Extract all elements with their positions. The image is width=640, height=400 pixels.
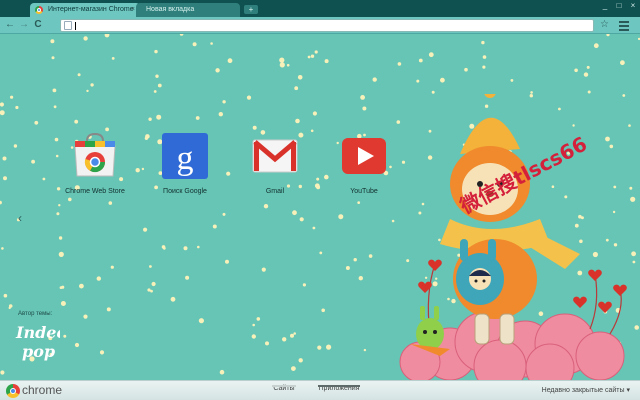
svg-text:pop: pop — [22, 342, 55, 361]
page-indicator — [272, 385, 296, 387]
recently-closed-menu[interactable]: Недавно закрытые сайты ▾ — [542, 386, 630, 394]
chrome-web-store-icon — [74, 132, 116, 177]
new-tab-page: Chrome Web Store g Поиск Google Gmail Yo… — [0, 34, 640, 380]
theme-author-label: Автор темы: — [18, 311, 53, 317]
bookmark-star-icon[interactable]: ☆ — [600, 19, 609, 31]
maximize-icon[interactable]: □ — [612, 0, 626, 12]
window-controls: _ □ × — [598, 0, 640, 12]
tab-title: Интернет-магазин Chrome — [48, 6, 134, 13]
page-indicator — [318, 385, 360, 387]
back-icon[interactable]: ← — [4, 19, 16, 31]
minimize-icon[interactable]: _ — [598, 0, 612, 12]
theme-logo[interactable]: Indee pop — [14, 321, 60, 363]
tab-title: Новая вкладка — [146, 6, 195, 13]
toolbar: ← → C ☆ — [0, 17, 640, 34]
svg-text:Indee: Indee — [15, 323, 60, 342]
forward-icon[interactable]: → — [18, 19, 30, 31]
address-bar[interactable] — [60, 19, 594, 32]
close-window-icon[interactable]: × — [626, 0, 640, 12]
tab-new-tab[interactable]: Новая вкладка — [136, 3, 240, 17]
reload-icon[interactable]: C — [32, 19, 44, 31]
chrome-favicon-icon — [35, 6, 43, 14]
page-tab-sites[interactable]: Сайты — [272, 385, 296, 392]
text-cursor — [75, 22, 76, 30]
page-tab-apps[interactable]: Приложения — [318, 385, 360, 392]
svg-text:g: g — [177, 140, 194, 177]
app-label: Gmail — [265, 188, 285, 195]
google-search-icon: g — [162, 133, 208, 179]
gmail-icon — [252, 139, 298, 173]
new-tab-button[interactable]: + — [244, 5, 258, 14]
menu-icon[interactable] — [617, 19, 631, 31]
title-bar: Интернет-магазин Chrome × Новая вкладка … — [0, 0, 640, 17]
app-gmail[interactable]: Gmail — [235, 132, 315, 195]
bottom-bar: chrome Сайты Приложения Недавно закрытые… — [0, 380, 640, 400]
app-chrome-web-store[interactable]: Chrome Web Store — [55, 132, 135, 195]
tab-close-icon[interactable]: × — [131, 3, 135, 17]
youtube-icon — [342, 138, 386, 174]
tab-web-store[interactable]: Интернет-магазин Chrome × — [30, 3, 140, 17]
previous-page-arrow[interactable]: ‹ — [18, 211, 22, 225]
theme-illustration: 微信搜tlscs66 — [399, 94, 627, 380]
chrome-wordmark: chrome — [22, 383, 63, 397]
app-google-search[interactable]: g Поиск Google — [145, 132, 225, 195]
app-label: Поиск Google — [163, 188, 207, 195]
chrome-logo-icon — [6, 384, 20, 398]
app-label: Chrome Web Store — [65, 188, 125, 195]
page-icon — [64, 21, 72, 30]
